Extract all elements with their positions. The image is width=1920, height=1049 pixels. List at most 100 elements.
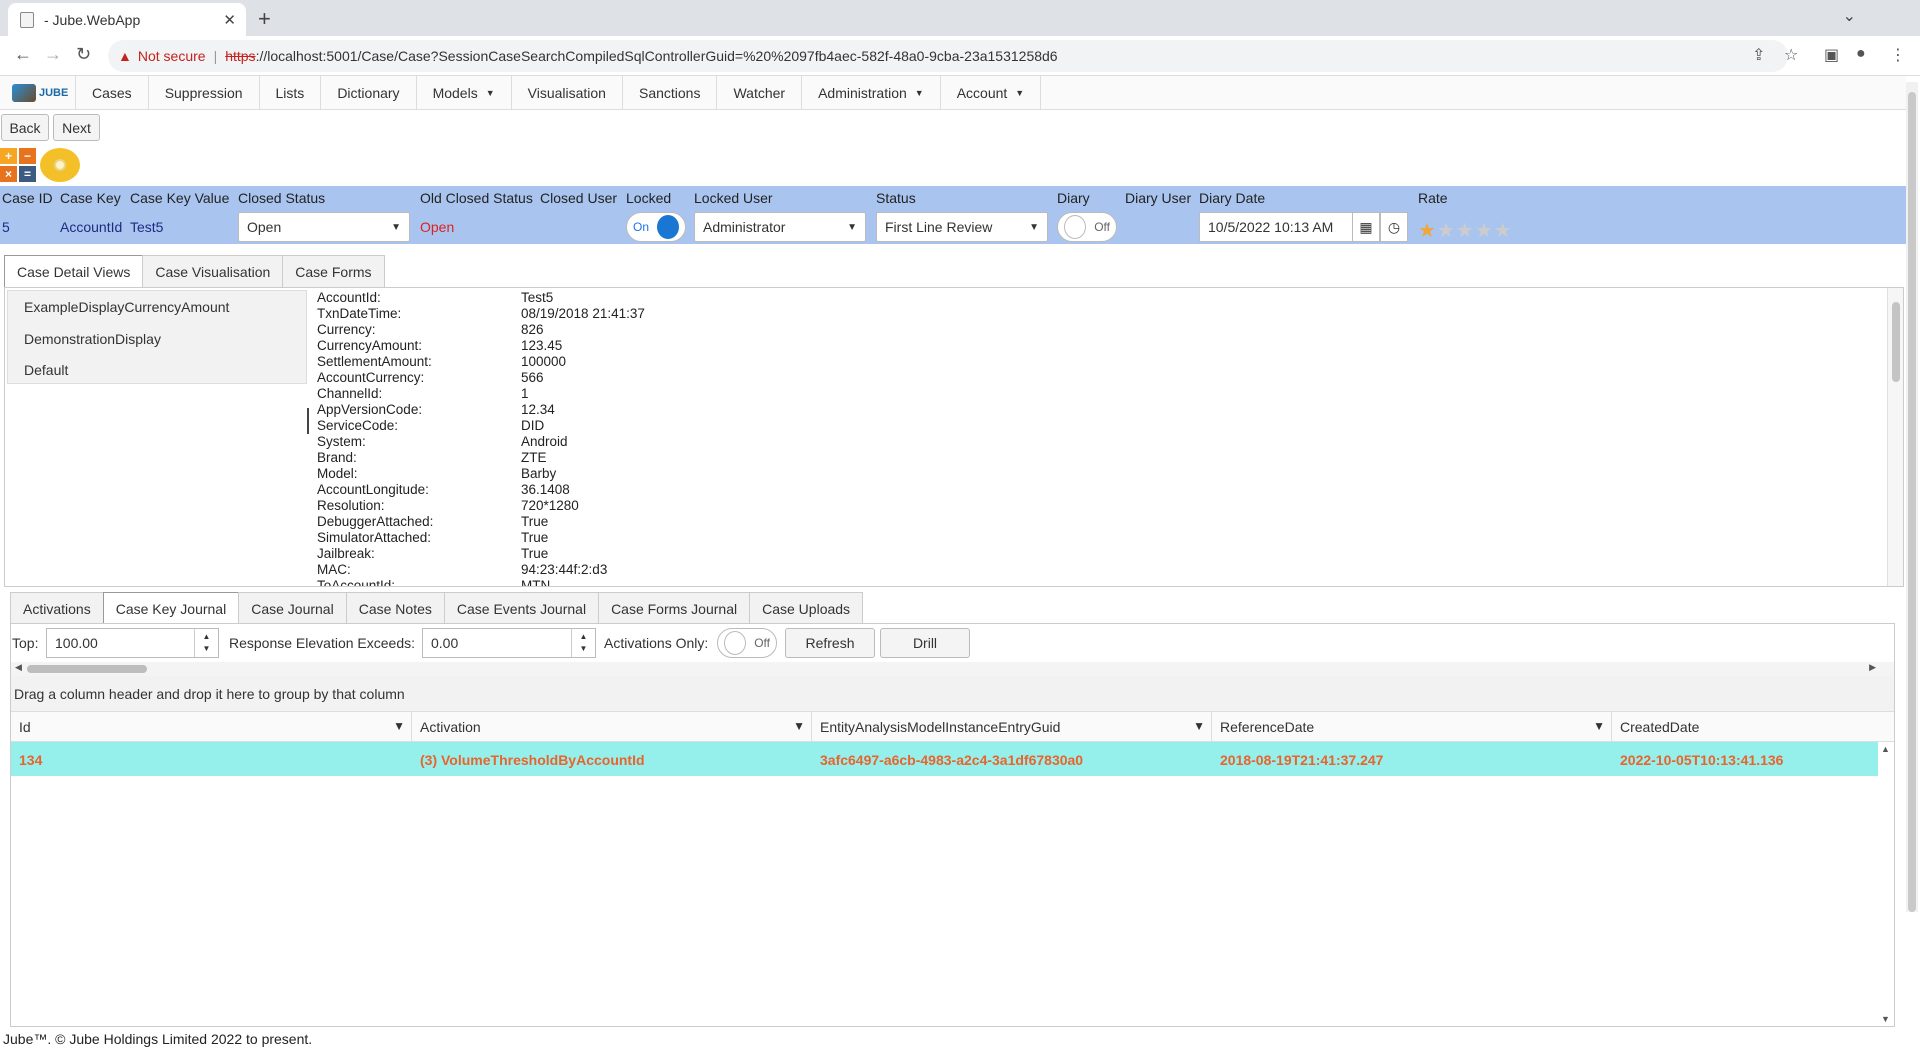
field-value: 94:23:44f:2:d3 bbox=[521, 562, 608, 577]
menu-account[interactable]: Account ▼ bbox=[941, 76, 1042, 110]
page-scrollbar[interactable] bbox=[1906, 82, 1918, 912]
view-item[interactable]: DemonstrationDisplay bbox=[24, 331, 161, 347]
scrollbar-thumb[interactable] bbox=[1908, 92, 1916, 912]
stepper-icon[interactable]: ▲ ▼ bbox=[194, 629, 218, 657]
tab-search-chevron-icon[interactable]: ⌄ bbox=[1843, 6, 1856, 26]
column-header-created-date[interactable]: CreatedDate bbox=[1612, 712, 1896, 742]
browser-toolbar: ← → ↻ ▲ Not secure | https ://localhost:… bbox=[0, 36, 1920, 76]
rating-stars[interactable]: ★★★★★ bbox=[1418, 218, 1513, 243]
column-header-entry-guid[interactable]: EntityAnalysisModelInstanceEntryGuid ▼ bbox=[812, 712, 1212, 742]
side-panel-icon[interactable]: ▣ bbox=[1824, 45, 1839, 65]
column-header-reference-date[interactable]: ReferenceDate ▼ bbox=[1212, 712, 1612, 742]
scroll-left-icon[interactable]: ◀ bbox=[15, 662, 22, 673]
back-arrow-icon[interactable]: ← bbox=[14, 44, 32, 65]
profile-avatar-icon[interactable]: ● bbox=[1856, 45, 1866, 63]
pane-splitter[interactable] bbox=[307, 408, 311, 434]
tab-case-events-journal[interactable]: Case Events Journal bbox=[443, 592, 600, 624]
forward-arrow-icon[interactable]: → bbox=[44, 44, 62, 65]
grid-vscrollbar[interactable]: ▲ ▼ bbox=[1878, 742, 1894, 1026]
bookmark-star-icon[interactable]: ☆ bbox=[1784, 45, 1798, 65]
scrollbar-thumb[interactable] bbox=[1892, 302, 1900, 382]
tab-case-notes[interactable]: Case Notes bbox=[345, 592, 445, 624]
clock-icon[interactable]: ◷ bbox=[1380, 212, 1408, 242]
filter-icon[interactable]: ▼ bbox=[393, 719, 405, 733]
activations-only-switch[interactable]: Off bbox=[717, 628, 777, 658]
scroll-right-icon[interactable]: ▶ bbox=[1869, 662, 1876, 673]
diary-date-value: 10/5/2022 10:13 AM bbox=[1208, 219, 1334, 235]
back-button[interactable]: Back bbox=[1, 114, 49, 141]
menu-visualisation[interactable]: Visualisation bbox=[512, 76, 623, 110]
top-input[interactable]: 100.00 ▲ ▼ bbox=[46, 628, 219, 658]
view-item[interactable]: Default bbox=[24, 362, 68, 378]
scroll-up-icon[interactable]: ▲ bbox=[1881, 744, 1890, 754]
closed-status-select[interactable]: Open ▼ bbox=[238, 212, 410, 242]
menu-watcher[interactable]: Watcher bbox=[717, 76, 803, 110]
stepper-icon[interactable]: ▲ ▼ bbox=[571, 629, 595, 657]
journal-hscrollbar[interactable]: ◀ ▶ bbox=[11, 662, 1894, 676]
detail-scrollbar[interactable] bbox=[1887, 288, 1903, 586]
jube-logo[interactable]: JUBE bbox=[0, 76, 76, 110]
display-views-list: ExampleDisplayCurrencyAmount Demonstrati… bbox=[7, 290, 307, 384]
browser-tab[interactable]: - Jube.WebApp ✕ bbox=[8, 3, 246, 36]
view-item[interactable]: ExampleDisplayCurrencyAmount bbox=[24, 299, 229, 315]
tab-case-key-journal[interactable]: Case Key Journal bbox=[102, 592, 240, 624]
star-icon[interactable]: ★ bbox=[1437, 220, 1456, 242]
menu-label: Cases bbox=[92, 85, 132, 101]
star-icon[interactable]: ★ bbox=[1456, 220, 1475, 242]
star-icon[interactable]: ★ bbox=[1475, 220, 1494, 242]
menu-lists[interactable]: Lists bbox=[260, 76, 322, 110]
header-closed-status: Closed Status bbox=[238, 190, 326, 206]
page-favicon-icon bbox=[20, 11, 34, 28]
menu-suppression[interactable]: Suppression bbox=[149, 76, 260, 110]
filter-icon[interactable]: ▼ bbox=[1593, 719, 1605, 733]
case-header-band: Case ID Case Key Case Key Value Closed S… bbox=[0, 186, 1906, 244]
scroll-down-icon[interactable]: ▼ bbox=[1881, 1014, 1890, 1024]
status-select[interactable]: First Line Review ▼ bbox=[876, 212, 1048, 242]
tab-case-detail-views[interactable]: Case Detail Views bbox=[4, 255, 144, 287]
response-elevation-input[interactable]: 0.00 ▲ ▼ bbox=[422, 628, 596, 658]
star-icon[interactable]: ★ bbox=[1418, 220, 1437, 242]
tab-case-uploads[interactable]: Case Uploads bbox=[749, 592, 864, 624]
column-header-id[interactable]: Id ▼ bbox=[11, 712, 412, 742]
tab-case-visualisation[interactable]: Case Visualisation bbox=[142, 255, 284, 287]
diary-switch[interactable]: Off bbox=[1057, 212, 1117, 242]
locked-switch[interactable]: On bbox=[626, 212, 686, 242]
new-tab-icon[interactable]: + bbox=[258, 6, 271, 32]
menu-label: Administration bbox=[818, 85, 907, 101]
table-row[interactable]: 134 (3) VolumeThresholdByAccountId 3afc6… bbox=[11, 742, 1879, 776]
tab-activations[interactable]: Activations bbox=[10, 592, 104, 624]
menu-label: Visualisation bbox=[527, 85, 606, 101]
app-menu-bar: JUBE Cases Suppression Lists Dictionary … bbox=[0, 76, 1906, 110]
scrollbar-thumb[interactable] bbox=[27, 665, 147, 673]
filter-icon[interactable]: ▼ bbox=[1193, 719, 1205, 733]
filter-icon[interactable]: ▼ bbox=[793, 719, 805, 733]
reload-icon[interactable]: ↻ bbox=[76, 44, 91, 65]
share-icon[interactable]: ⇪ bbox=[1752, 45, 1765, 65]
menu-dictionary[interactable]: Dictionary bbox=[321, 76, 417, 110]
address-bar[interactable]: ▲ Not secure | https ://localhost:5001/C… bbox=[108, 40, 1788, 72]
group-by-drop-zone[interactable]: Drag a column header and drop it here to… bbox=[11, 676, 1894, 712]
tab-case-forms[interactable]: Case Forms bbox=[282, 255, 385, 287]
field-key: ToAccountId: bbox=[317, 578, 396, 587]
next-button[interactable]: Next bbox=[53, 114, 100, 141]
tab-case-forms-journal[interactable]: Case Forms Journal bbox=[598, 592, 751, 624]
star-icon[interactable]: ★ bbox=[1494, 220, 1513, 242]
calendar-icon[interactable]: ▦ bbox=[1352, 212, 1380, 242]
top-label: Top: bbox=[12, 635, 39, 651]
menu-administration[interactable]: Administration ▼ bbox=[802, 76, 941, 110]
field-value: 720*1280 bbox=[521, 498, 579, 513]
menu-sanctions[interactable]: Sanctions bbox=[623, 76, 718, 110]
refresh-button[interactable]: Refresh bbox=[785, 628, 875, 658]
column-header-activation[interactable]: Activation ▼ bbox=[412, 712, 812, 742]
tab-case-journal[interactable]: Case Journal bbox=[238, 592, 347, 624]
menu-models[interactable]: Models ▼ bbox=[417, 76, 512, 110]
menu-cases[interactable]: Cases bbox=[76, 76, 149, 110]
locked-user-select[interactable]: Administrator ▼ bbox=[694, 212, 866, 242]
close-tab-icon[interactable]: ✕ bbox=[223, 11, 236, 29]
browser-menu-icon[interactable]: ⋮ bbox=[1890, 45, 1906, 65]
drill-button[interactable]: Drill bbox=[880, 628, 970, 658]
cell-reference-date: 2018-08-19T21:41:37.247 bbox=[1220, 752, 1384, 768]
calculator-icon[interactable]: + − × = bbox=[0, 148, 38, 182]
case-id-value: 5 bbox=[2, 219, 10, 235]
disc-icon[interactable] bbox=[40, 148, 80, 182]
